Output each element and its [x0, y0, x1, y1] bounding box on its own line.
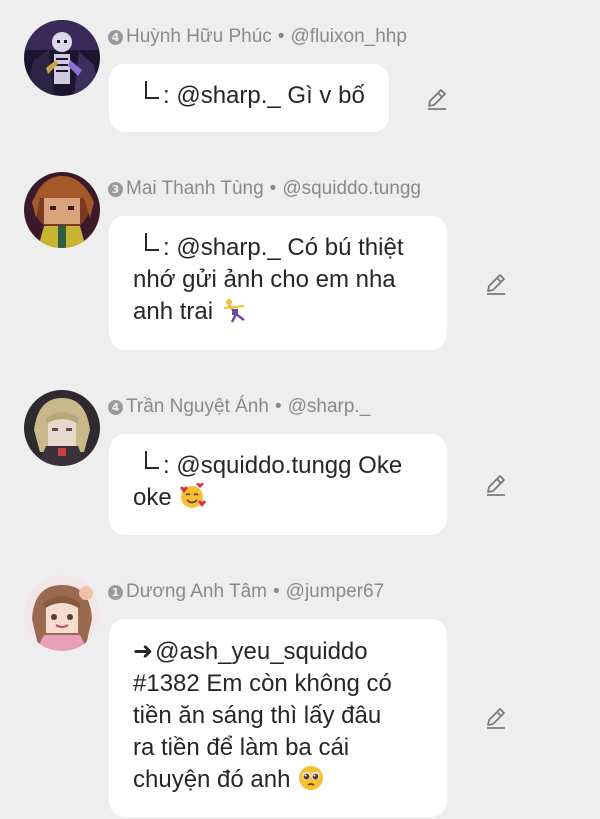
- rank-badge: 4: [108, 399, 123, 415]
- arrow-right-icon: ➜: [133, 637, 154, 665]
- pink-anime-avatar: [24, 575, 100, 651]
- separator: •: [269, 178, 277, 199]
- comment-bubble[interactable]: : @sharp._ Gì v bố: [109, 64, 389, 132]
- comment-line: oke: [133, 482, 423, 514]
- comment-line: nhớ gửi ảnh cho em nha: [133, 266, 396, 293]
- author-name[interactable]: Huỳnh Hữu Phúc: [126, 26, 272, 48]
- rank-badge: 3: [108, 181, 123, 197]
- comment-line: : @sharp._ Có bú thiệt: [133, 232, 423, 264]
- pencil-icon[interactable]: [483, 472, 509, 498]
- comment-text: @sharp._ Gì v bố: [176, 82, 365, 109]
- comment-bubble[interactable]: : @sharp._ Có bú thiệt nhớ gửi ảnh cho e…: [109, 216, 447, 350]
- comment-line: tiền ăn sáng thì lấy đâu: [133, 702, 382, 729]
- rank-badge: 1: [108, 584, 123, 600]
- comment-header: 1 Dương Anh Tâm • @jumper67: [108, 581, 384, 603]
- avatar[interactable]: [24, 390, 100, 466]
- blonde-anime-avatar: [24, 390, 100, 466]
- reply-icon: [145, 233, 159, 251]
- comment-header: 4 Trần Nguyệt Ánh • @sharp._: [108, 396, 370, 418]
- brown-hair-avatar: [24, 172, 100, 248]
- author-handle[interactable]: @squiddo.tungg: [282, 178, 421, 200]
- author-name[interactable]: Dương Anh Tâm: [126, 581, 267, 603]
- separator: •: [274, 396, 282, 417]
- separator: •: [277, 26, 285, 47]
- comment-bubble[interactable]: ➜@ash_yeu_squiddo #1382 Em còn không có …: [109, 619, 447, 817]
- author-name[interactable]: Mai Thanh Tùng: [126, 178, 264, 200]
- skeleton-avatar: [24, 20, 100, 96]
- author-handle[interactable]: @sharp._: [288, 396, 371, 418]
- comment-line: ➜@ash_yeu_squiddo: [133, 635, 423, 668]
- comment-line: #1382 Em còn không có: [133, 670, 392, 697]
- avatar[interactable]: [24, 575, 100, 651]
- pencil-icon[interactable]: [483, 271, 509, 297]
- comment-text: @ash_yeu_squiddo: [155, 638, 368, 665]
- smiling-face-with-hearts-emoji: [178, 482, 207, 510]
- comment-line: : @squiddo.tungg Oke: [133, 450, 423, 482]
- rank-badge: 4: [108, 29, 123, 45]
- author-name[interactable]: Trần Nguyệt Ánh: [126, 396, 269, 418]
- dancing-figure-emoji: [220, 296, 248, 324]
- comment-line: ra tiền để làm ba cái: [133, 734, 350, 761]
- comment-header: 4 Huỳnh Hữu Phúc • @fluixon_hhp: [108, 26, 407, 48]
- comment-line: : @sharp._ Gì v bố: [133, 80, 365, 112]
- comment-text: @sharp._ Có bú thiệt: [176, 234, 404, 261]
- avatar[interactable]: [24, 20, 100, 96]
- comment-line: anh trai: [133, 296, 423, 328]
- comment-text: @squiddo.tungg Oke: [176, 452, 403, 479]
- pleading-face-emoji: [297, 764, 325, 792]
- reply-icon: [145, 81, 159, 99]
- reply-icon: [145, 451, 159, 469]
- comment-bubble[interactable]: : @squiddo.tungg Oke oke: [109, 434, 447, 535]
- avatar[interactable]: [24, 172, 100, 248]
- comment-line: chuyện đó anh: [133, 764, 423, 796]
- comment-header: 3 Mai Thanh Tùng • @squiddo.tungg: [108, 178, 421, 200]
- pencil-icon[interactable]: [483, 705, 509, 731]
- comment-text: oke: [133, 484, 172, 511]
- comment-text: chuyện đó anh: [133, 766, 291, 793]
- separator: •: [273, 581, 280, 602]
- author-handle[interactable]: @jumper67: [286, 581, 385, 603]
- author-handle[interactable]: @fluixon_hhp: [290, 26, 406, 48]
- comment-text: anh trai: [133, 298, 214, 325]
- pencil-icon[interactable]: [424, 86, 450, 112]
